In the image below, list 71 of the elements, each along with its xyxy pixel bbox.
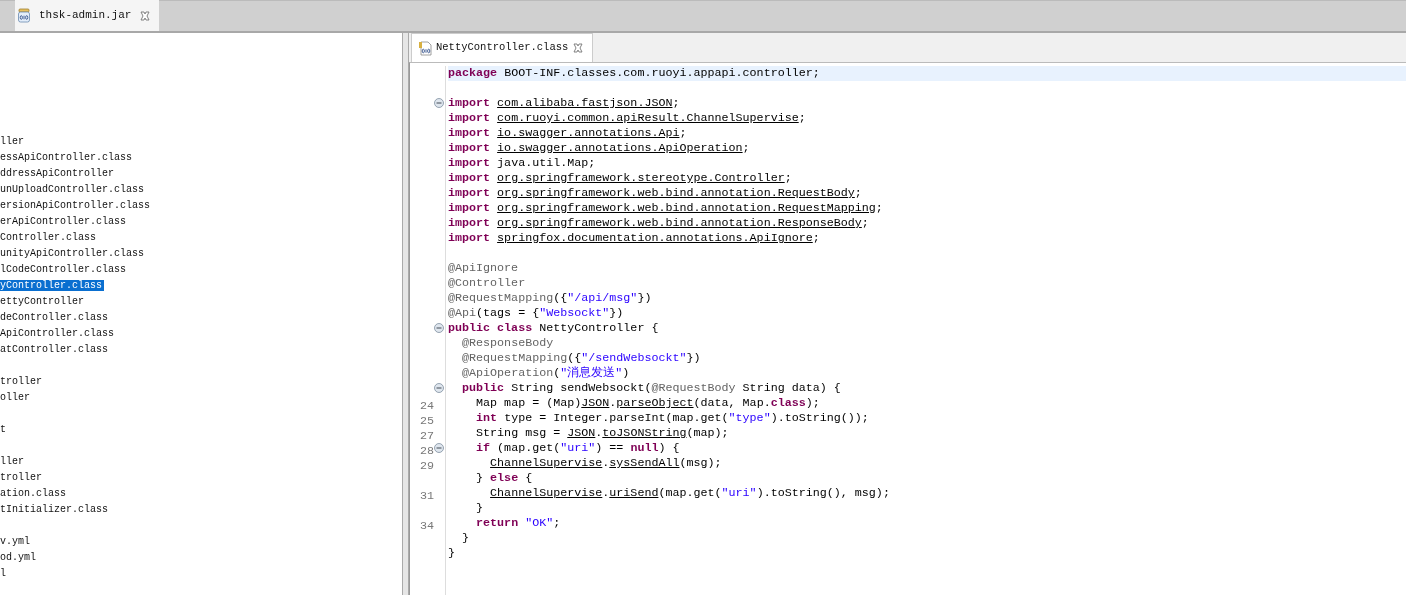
tree-item[interactable]: atController.class: [0, 344, 109, 355]
tree-item[interactable]: unityApiController.class: [0, 248, 145, 259]
tree-item[interactable]: essApiController.class: [0, 152, 133, 163]
code-line: import springfox.documentation.annotations.ApiIgnore;: [448, 231, 821, 246]
tree-item[interactable]: od.yml: [0, 552, 36, 563]
code-line: import org.springframework.web.bind.annotation.ResponseBody;: [448, 216, 870, 231]
close-icon[interactable]: [572, 42, 585, 54]
tree-item[interactable]: v.yml: [0, 536, 30, 547]
tree-item[interactable]: l: [0, 568, 6, 579]
tree-item[interactable]: deController.class: [0, 312, 109, 323]
jar-file-icon: [17, 8, 31, 23]
code-line: @ApiOperation("消息发送"): [461, 366, 631, 381]
tree-item[interactable]: troller: [0, 376, 42, 387]
code-line: Map map = (Map)JSON.parseObject(data, Map.class);: [475, 396, 821, 411]
tree-item[interactable]: troller: [0, 472, 42, 483]
tree-item[interactable]: unUploadController.class: [0, 184, 145, 195]
code-line: } else {: [475, 471, 534, 486]
tree-item[interactable]: t: [0, 424, 6, 435]
line-number: 34: [419, 519, 435, 533]
code-line: import com.alibaba.fastjson.JSON;: [448, 96, 681, 111]
file-tab[interactable]: thsk-admin.jar: [15, 0, 160, 31]
code-line: return "OK";: [475, 516, 562, 531]
tree-item[interactable]: tInitializer.class: [0, 504, 109, 515]
code-line: @ApiIgnore: [448, 261, 520, 276]
class-file-icon: [418, 40, 432, 56]
tree-item[interactable]: ddressApiController: [0, 168, 115, 179]
code-line: public class NettyController {: [448, 321, 660, 336]
tree-item[interactable]: ApiController.class: [0, 328, 115, 339]
line-number: 28: [419, 444, 435, 458]
tree-item[interactable]: ersionApiController.class: [0, 200, 151, 211]
code-line: @ResponseBody: [461, 336, 555, 351]
tree-item[interactable]: Controller.class: [0, 232, 96, 243]
code-line: import io.swagger.annotations.Api;: [448, 126, 688, 141]
code-line: ChannelSupervise.uriSend(map.get("uri").toString(), msg);: [489, 486, 891, 501]
collapse-icon[interactable]: [434, 323, 444, 333]
close-icon[interactable]: [139, 9, 152, 22]
code-line: }: [475, 501, 485, 516]
code-line: import io.swagger.annotations.ApiOperation;: [448, 141, 751, 156]
code-line: import com.ruoyi.common.apiResult.ChannelSupervise;: [448, 111, 807, 126]
code-line: }: [461, 531, 471, 546]
tree-item[interactable]: ller: [0, 456, 24, 467]
collapse-icon[interactable]: [434, 98, 444, 108]
line-number: 31: [419, 489, 435, 503]
code-line: public String sendWebsockt(@RequestBody String data) {: [461, 381, 842, 396]
line-number: 29: [419, 459, 435, 473]
code-line: @RequestMapping({"/api/msg"}): [448, 291, 653, 306]
line-number: 25: [419, 414, 435, 428]
code-line: import org.springframework.web.bind.annotation.RequestBody;: [448, 186, 863, 201]
editor-tab[interactable]: NettyController.class: [411, 33, 594, 62]
collapse-icon[interactable]: [434, 383, 444, 393]
code-line: import org.springframework.stereotype.Controller;: [448, 171, 793, 186]
code-line: @Controller: [448, 276, 527, 291]
collapse-icon[interactable]: [434, 443, 444, 453]
code-line: int type = Integer.parseInt(map.get("type").toString());: [475, 411, 870, 426]
tree-item[interactable]: ation.class: [0, 488, 66, 499]
line-number: 24: [419, 399, 435, 413]
code-line: import org.springframework.web.bind.annotation.RequestMapping;: [448, 201, 884, 216]
code-line: ChannelSupervise.sysSendAll(msg);: [489, 456, 723, 471]
tree-item[interactable]: oller: [0, 392, 30, 403]
code-line: String msg = JSON.toJSONString(map);: [475, 426, 730, 441]
tree-item[interactable]: ettyController: [0, 296, 84, 307]
code-line: if (map.get("uri") == null) {: [475, 441, 681, 456]
code-line: @RequestMapping({"/sendWebsockt"}): [461, 351, 702, 366]
line-number: 27: [419, 429, 435, 443]
tree-item[interactable]: ller: [0, 136, 24, 147]
tree-item[interactable]: erApiController.class: [0, 216, 127, 227]
tree-item[interactable]: lCodeController.class: [0, 264, 127, 275]
code-line: @Api(tags = {"Websockt"}): [448, 306, 625, 321]
tree-item[interactable]: yController.class: [0, 280, 105, 291]
code-line: }: [448, 546, 456, 561]
code-line: import java.util.Map;: [448, 156, 597, 171]
